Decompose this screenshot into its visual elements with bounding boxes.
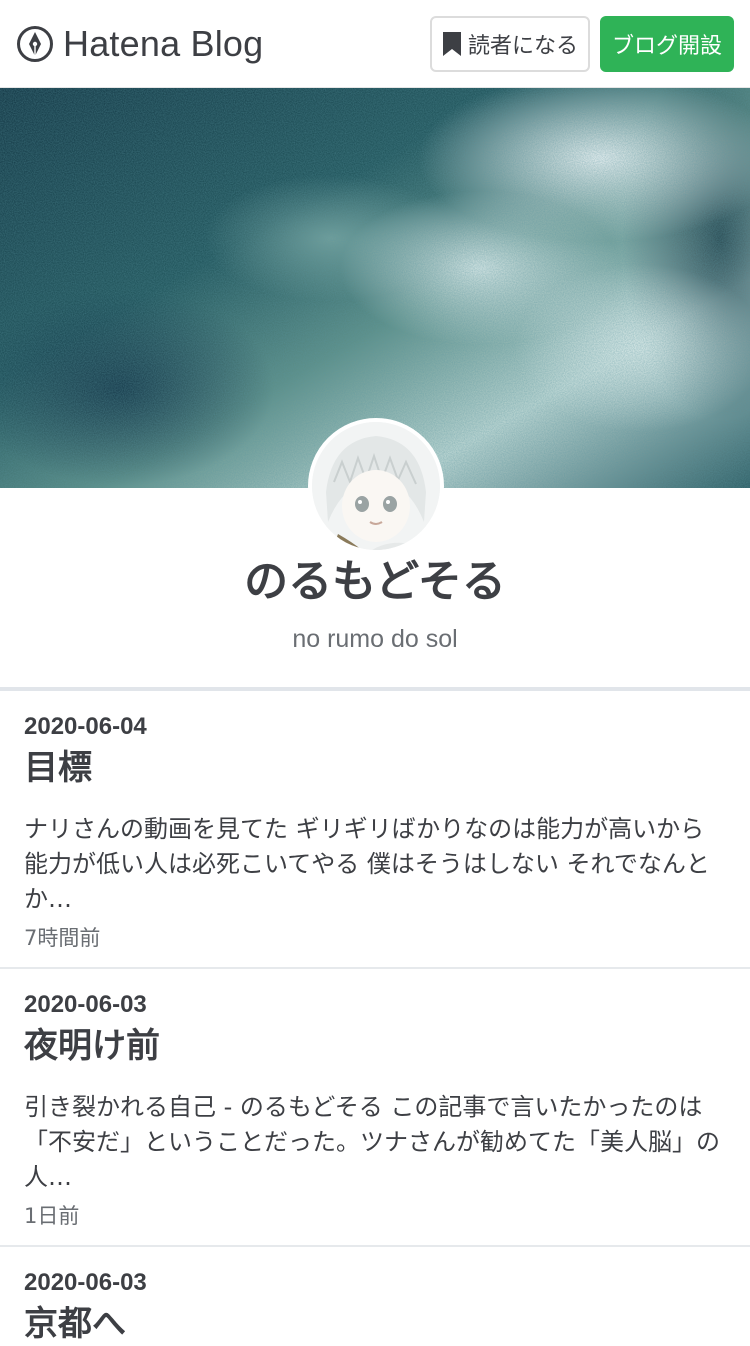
header-divider — [0, 687, 750, 691]
open-blog-button[interactable]: ブログ開設 — [600, 16, 734, 72]
blog-subtitle: no rumo do sol — [292, 625, 458, 653]
top-bar: Hatena Blog 読者になる ブログ開設 — [0, 0, 750, 88]
entry-divider — [0, 1245, 750, 1247]
entry-title[interactable]: 夜明け前 — [24, 1024, 726, 1068]
entry-summary: ナリさんの動画を見てた ギリギリばかりなのは能力が高いから 能力が低い人は必死こ… — [24, 815, 710, 913]
entry-date: 2020-06-03 — [24, 991, 147, 1018]
subscribe-button-label: 読者になる — [467, 34, 578, 59]
entry-relative-time: 7時間前 — [24, 926, 101, 950]
bookmark-icon — [442, 32, 461, 56]
entry-divider — [0, 967, 750, 969]
blog-title[interactable]: のるもどそる — [0, 554, 750, 610]
hatena-blog-logo[interactable]: Hatena Blog — [16, 22, 263, 66]
entry-item[interactable]: 2020-06-03 夜明け前 引き裂かれる自己 - のるもどそる この記事で言… — [0, 990, 750, 1231]
avatar-illustration — [312, 422, 440, 550]
entry-item[interactable]: 2020-06-03 京都へ — [0, 1268, 750, 1346]
entry-summary: 引き裂かれる自己 - のるもどそる この記事で言いたかったのは「不安だ」というこ… — [24, 1093, 720, 1191]
entry-item[interactable]: 2020-06-04 目標 ナリさんの動画を見てた ギリギリばかりなのは能力が高… — [0, 712, 750, 953]
pen-nib-icon — [17, 26, 53, 62]
entry-title[interactable]: 目標 — [24, 746, 726, 790]
entry-relative-time: 1日前 — [24, 1204, 80, 1228]
entry-date: 2020-06-04 — [24, 713, 147, 740]
entry-date: 2020-06-03 — [24, 1269, 147, 1296]
open-blog-button-label: ブログ開設 — [611, 34, 722, 59]
subscribe-button[interactable]: 読者になる — [430, 16, 590, 72]
entry-title[interactable]: 京都へ — [24, 1302, 726, 1346]
logo-text: Hatena Blog — [63, 23, 264, 64]
blog-avatar[interactable] — [308, 418, 444, 554]
